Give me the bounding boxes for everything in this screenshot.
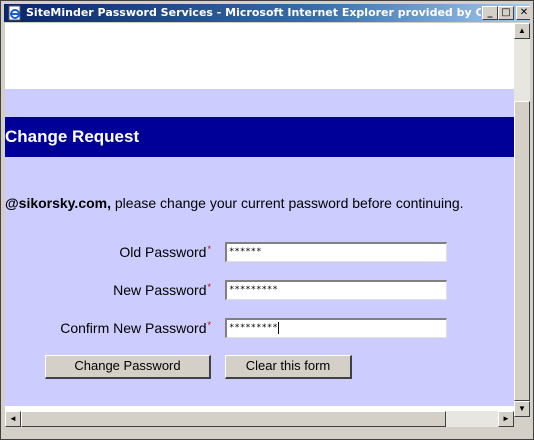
required-marker: * <box>207 282 211 292</box>
page-banner: Change Request <box>5 117 514 157</box>
user-email: @sikorsky.com, <box>5 195 111 211</box>
vertical-scrollbar[interactable]: ▲ ▼ <box>514 23 530 417</box>
new-password-label: New Password* <box>113 282 211 298</box>
change-password-button[interactable]: Change Password <box>45 355 211 379</box>
instruction-message: @sikorsky.com, please change your curren… <box>5 195 464 211</box>
scrollbar-corner <box>514 417 530 433</box>
old-password-label: Old Password* <box>119 244 211 260</box>
maximize-button[interactable]: □ <box>498 6 514 20</box>
old-password-field[interactable]: ****** <box>225 242 447 262</box>
horizontal-scrollbar[interactable]: ◄ ► <box>5 411 514 427</box>
new-password-field[interactable]: ********* <box>225 280 447 300</box>
scroll-left-icon[interactable]: ◄ <box>5 411 21 427</box>
text-caret <box>277 321 279 334</box>
confirm-password-field[interactable]: ********* <box>225 318 447 338</box>
minimize-button[interactable]: _ <box>482 6 498 20</box>
window-title: SiteMinder Password Services - Microsoft… <box>26 6 481 19</box>
vertical-scroll-thumb[interactable] <box>514 101 530 401</box>
scroll-up-icon[interactable]: ▲ <box>514 23 530 39</box>
title-bar[interactable]: SiteMinder Password Services - Microsoft… <box>4 4 530 22</box>
horizontal-scroll-thumb[interactable] <box>21 411 446 427</box>
browser-window: SiteMinder Password Services - Microsoft… <box>0 0 534 440</box>
required-marker: * <box>207 320 211 330</box>
page-content: Change Request @sikorsky.com, please cha… <box>5 23 514 427</box>
scroll-right-icon[interactable]: ► <box>498 411 514 427</box>
confirm-password-label: Confirm New Password* <box>60 320 211 336</box>
ie-page-icon <box>7 5 23 21</box>
close-button[interactable]: ✕ <box>516 6 530 20</box>
required-marker: * <box>207 244 211 254</box>
clear-form-button[interactable]: Clear this form <box>225 355 352 379</box>
instruction-text: please change your current password befo… <box>111 195 464 211</box>
page-title: Change Request <box>5 127 140 146</box>
scroll-down-icon[interactable]: ▼ <box>514 401 530 417</box>
